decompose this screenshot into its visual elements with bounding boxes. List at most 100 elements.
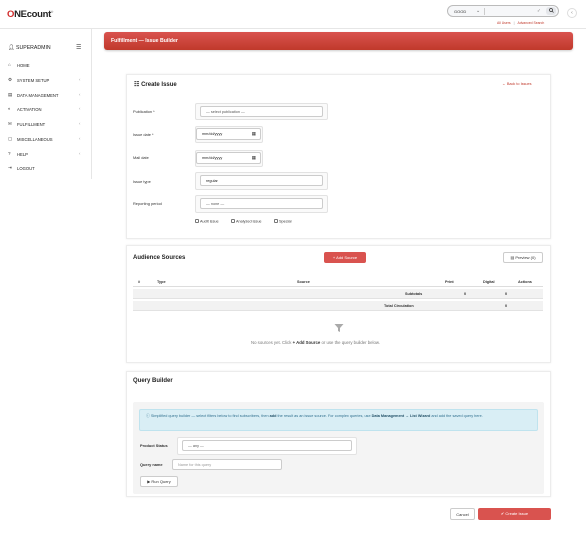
sidebar-item-activation[interactable]: ◐ ACTIVATION ‹ xyxy=(8,106,86,114)
advanced-search-link[interactable]: Advanced Search xyxy=(517,21,544,25)
reporting-period-label: Reporting period xyxy=(133,201,162,206)
subtotals-digital: 0 xyxy=(505,292,508,296)
hamburger-menu-icon[interactable]: ☰ xyxy=(76,44,81,51)
info-text-a: ⓘ Simplified query builder — select filt… xyxy=(146,414,269,418)
sources-table-header: # Type Source Print Digital Actions xyxy=(133,277,543,287)
sidebar-item-label: HOME xyxy=(17,62,30,68)
info-text-c: the result as an issue source. For compl… xyxy=(277,414,371,418)
check-icon[interactable]: ✓ xyxy=(537,8,541,14)
publication-label: Publication * xyxy=(133,109,155,114)
total-circulation-label: Total Circulation xyxy=(384,304,414,308)
issue-type-label: Issue type xyxy=(133,179,151,184)
sidebar-item-label: FULFILLMENT xyxy=(17,121,46,127)
user-icon: 👤︎ xyxy=(8,45,15,51)
col-source: Source xyxy=(297,280,310,284)
logout-icon: ⇥ xyxy=(8,165,12,170)
publication-select[interactable]: — select publication — xyxy=(200,106,323,117)
cancel-button[interactable]: Cancel xyxy=(450,508,475,520)
back-to-issues-link[interactable]: ← Back to Issues xyxy=(502,82,532,86)
special-checkbox[interactable]: Special xyxy=(274,219,291,224)
chevron-down-icon[interactable]: ⌄ xyxy=(476,8,480,14)
issue-date-label: Issue date * xyxy=(133,132,154,137)
info-text-e: and add the saved query here. xyxy=(431,414,483,418)
sublink-separator: | xyxy=(513,21,515,25)
onecount-logo[interactable]: ONEcount® xyxy=(7,9,53,20)
create-issue-button[interactable]: ✔ Create Issue xyxy=(478,508,551,520)
mail-date-label: Mail date xyxy=(133,155,149,160)
create-issue-title-text: Create Issue xyxy=(141,82,177,88)
col-number: # xyxy=(138,280,141,284)
col-type: Type xyxy=(157,280,166,284)
checkbox-box xyxy=(195,219,199,223)
chevron-left-icon: ‹ xyxy=(79,151,81,156)
audit-issue-label: Audit issue xyxy=(200,219,219,224)
query-info-alert: ⓘ Simplified query builder — select filt… xyxy=(139,409,538,431)
collapse-icon[interactable]: ‹ xyxy=(567,8,577,18)
col-print: Print xyxy=(445,280,454,284)
chevron-left-icon: ‹ xyxy=(79,121,81,126)
user-name: 👤︎ SUPERADMIN xyxy=(8,45,51,51)
sidebar-item-system-setup[interactable]: ⚙ SYSTEM SETUP ‹ xyxy=(8,77,86,85)
empty-prefix: No sources yet. Click xyxy=(251,340,292,345)
checkbox-box xyxy=(274,219,278,223)
create-issue-title: ☷ Create Issue xyxy=(134,81,177,88)
search-sublinks: All Users | Advanced Search xyxy=(497,21,544,25)
mail-date-value: mm/dd/yyyy xyxy=(202,156,223,160)
info-text-list-wizard: Data Management → List Wizard xyxy=(371,414,431,418)
sidebar-item-label: ACTIVATION xyxy=(17,106,42,112)
subtotals-label: Subtotals xyxy=(405,292,423,296)
run-query-button[interactable]: ▶ Run Query xyxy=(140,476,178,487)
sidebar-item-label: HELP xyxy=(17,151,28,157)
sidebar-item-label: SYSTEM SETUP xyxy=(17,77,50,83)
col-digital: Digital xyxy=(483,280,495,284)
empty-add-source-text: + Add Source xyxy=(292,340,321,345)
sidebar-item-fulfillment[interactable]: ✉ FULFILLMENT ‹ xyxy=(8,121,86,129)
sidebar-item-label: LOGOUT xyxy=(17,165,35,171)
preview-button[interactable]: ▤ Preview (0) xyxy=(503,252,543,263)
issue-type-select[interactable]: regular xyxy=(200,175,323,186)
chevron-left-icon: ‹ xyxy=(79,106,81,111)
page-title-banner: Fulfillment — Issue Builder xyxy=(104,32,573,50)
analyzed-issue-label: Analyzed issue xyxy=(236,219,262,224)
info-text-add: add xyxy=(269,414,277,418)
sidebar-item-logout[interactable]: ⇥ LOGOUT xyxy=(8,165,86,173)
sidebar-item-label: MISCELLANEOUS xyxy=(17,136,53,142)
search-icon xyxy=(548,7,554,13)
query-name-input[interactable]: Name for this query xyxy=(172,459,282,470)
reporting-period-select[interactable]: — none — xyxy=(200,198,323,209)
sidebar-item-help[interactable]: ? HELP ‹ xyxy=(8,151,86,159)
page-title: Fulfillment — Issue Builder xyxy=(111,38,178,44)
search-type-select[interactable]: GOOD xyxy=(454,9,466,14)
audit-issue-checkbox[interactable]: Audit issue xyxy=(195,219,219,224)
issue-date-value: mm/dd/yyyy xyxy=(202,132,223,136)
top-bar: ONEcount® GOOD ⌄ ✓ All Users | Advanced Se… xyxy=(0,0,586,29)
file-icon: ▢ xyxy=(8,136,13,141)
mail-date-input[interactable]: mm/dd/yyyy ▦ xyxy=(196,152,261,164)
sidebar-item-miscellaneous[interactable]: ▢ MISCELLANEOUS ‹ xyxy=(8,136,86,144)
sidebar-item-home[interactable]: ⌂ HOME xyxy=(8,62,86,70)
envelope-icon: ✉ xyxy=(8,121,12,126)
special-label: Special xyxy=(279,219,292,224)
home-icon: ⌂ xyxy=(8,62,11,67)
filter-icon xyxy=(334,324,344,332)
empty-sources-message: No sources yet. Click + Add Source or us… xyxy=(251,340,380,345)
search-divider xyxy=(484,8,485,15)
calendar-icon[interactable]: ▦ xyxy=(252,131,256,137)
subtotals-print: 0 xyxy=(464,292,467,296)
analyzed-issue-checkbox[interactable]: Analyzed issue xyxy=(231,219,262,224)
database-icon: ▤ xyxy=(8,92,13,97)
global-search: GOOD ⌄ ✓ xyxy=(447,5,559,17)
search-button[interactable] xyxy=(546,7,556,15)
logo-trademark: ® xyxy=(51,9,53,14)
product-status-select[interactable]: — any — xyxy=(182,440,352,451)
chevron-left-icon: ‹ xyxy=(79,92,81,97)
chevron-left-icon: ‹ xyxy=(79,136,81,141)
all-users-link[interactable]: All Users xyxy=(497,21,511,25)
sidebar-item-data-management[interactable]: ▤ DATA MANAGEMENT ‹ xyxy=(8,92,86,100)
issue-date-input[interactable]: mm/dd/yyyy ▦ xyxy=(196,128,261,140)
col-actions: Actions xyxy=(518,280,532,284)
checkbox-box xyxy=(231,219,235,223)
question-icon: ? xyxy=(8,151,11,156)
add-source-button[interactable]: + Add Source xyxy=(324,252,366,263)
calendar-icon[interactable]: ▦ xyxy=(252,155,256,161)
